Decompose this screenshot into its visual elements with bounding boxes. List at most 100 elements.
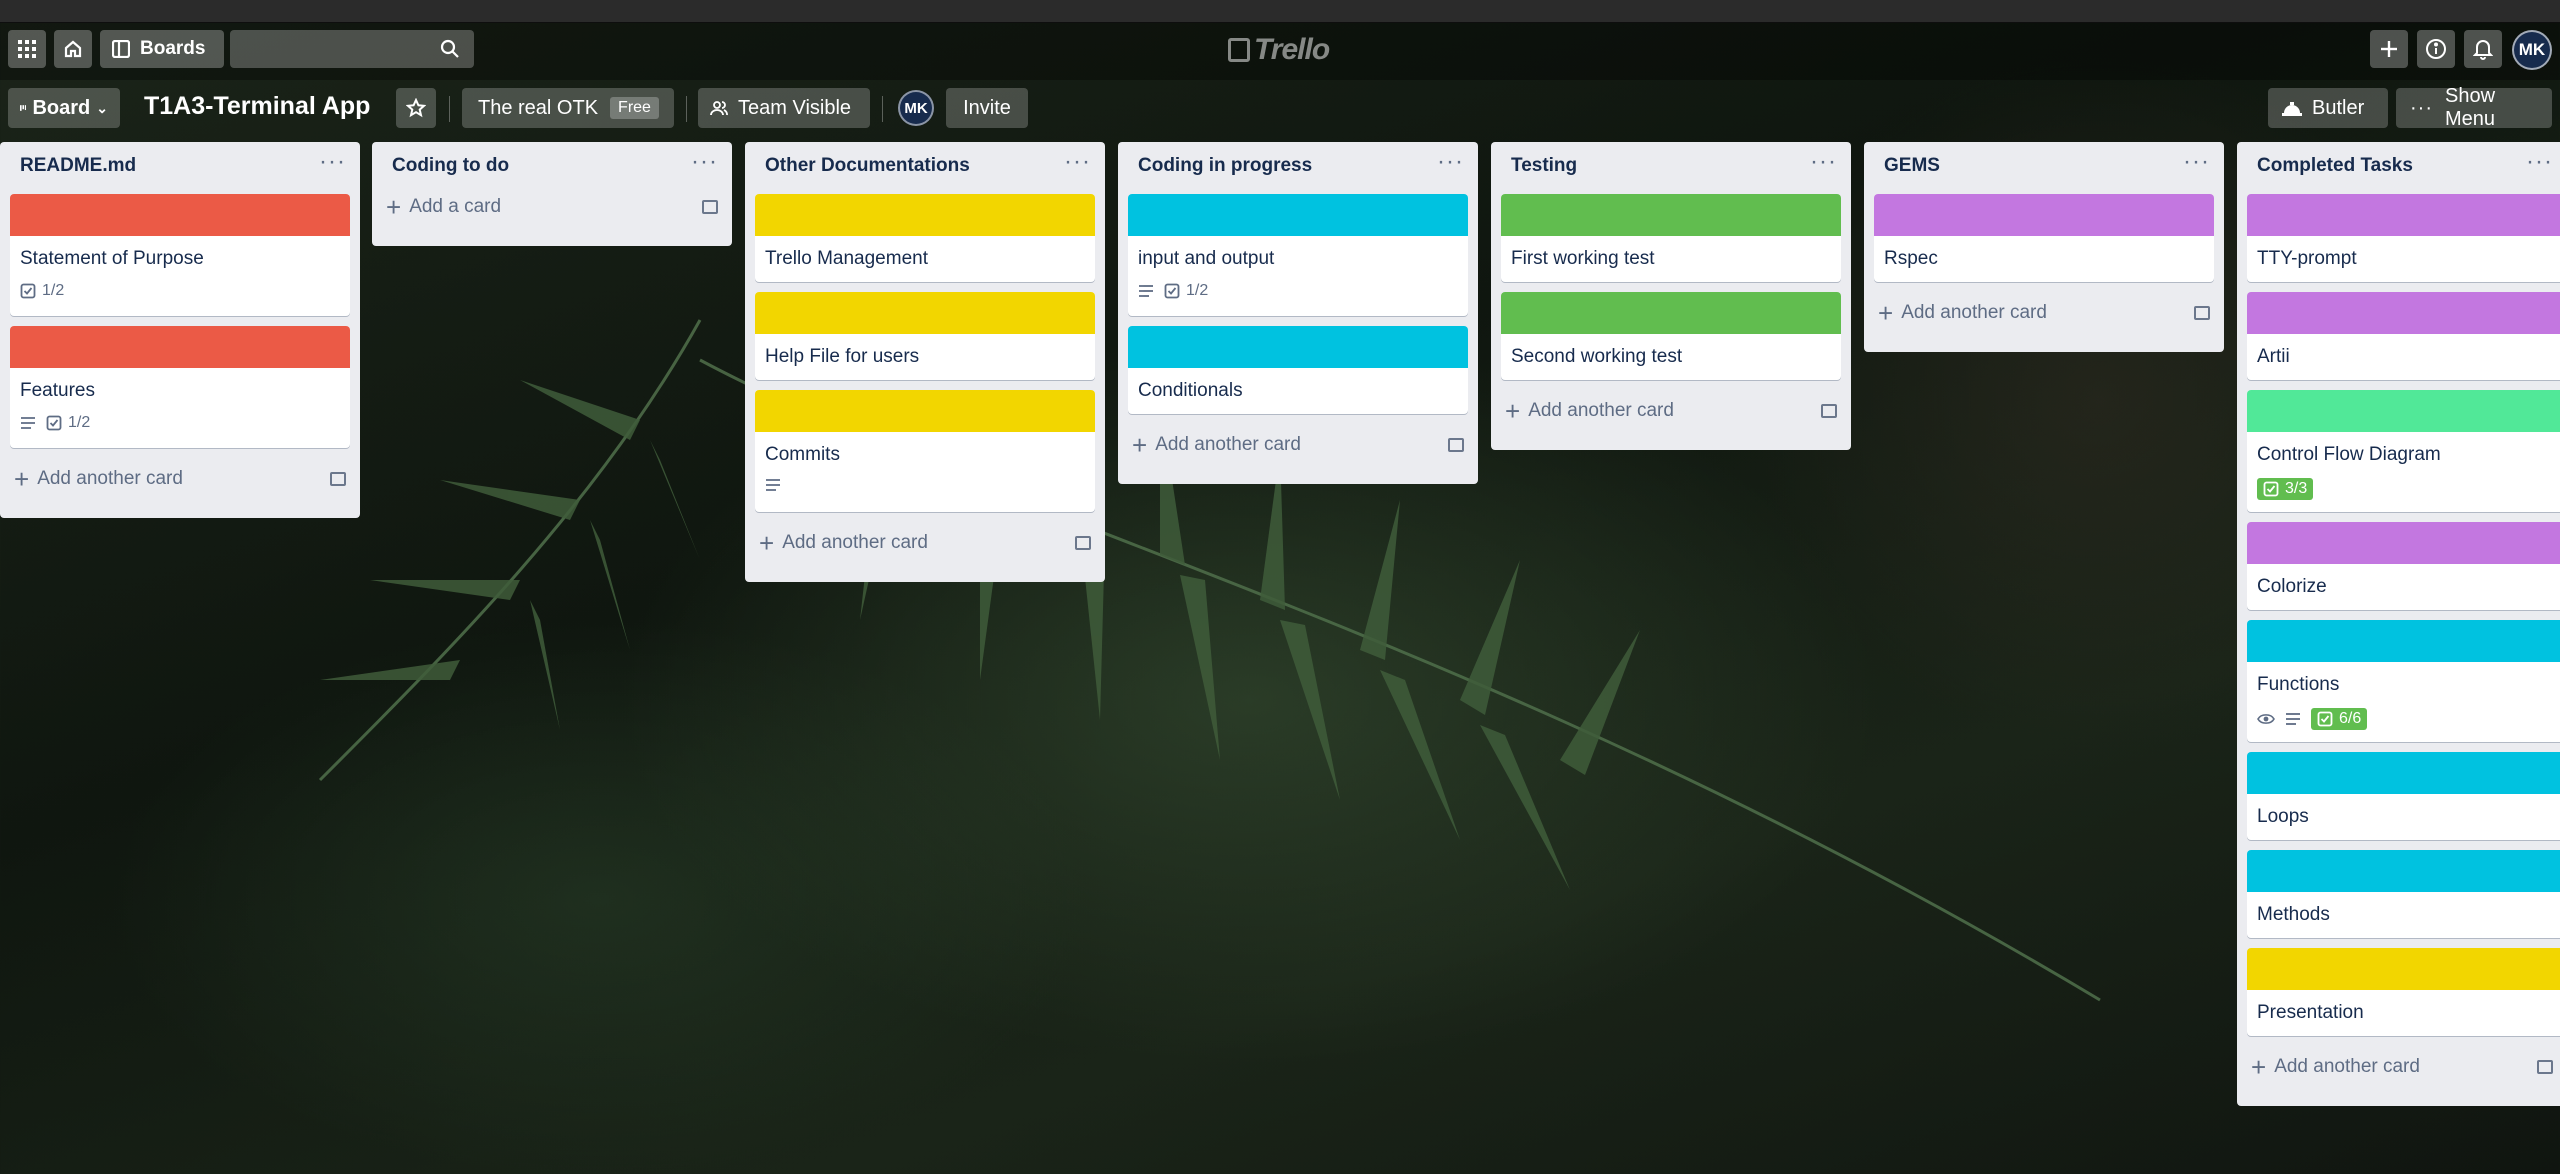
card[interactable]: Presentation <box>2247 948 2560 1036</box>
card[interactable]: Rspec <box>1874 194 2214 282</box>
description-icon <box>1139 285 1153 297</box>
list-title[interactable]: Other Documentations <box>765 155 970 177</box>
visibility-button[interactable]: Team Visible <box>698 88 870 128</box>
add-card-button[interactable]: + Add another card <box>14 466 183 492</box>
checklist-badge: 6/6 <box>2311 708 2368 730</box>
add-card-button[interactable]: + Add another card <box>1132 432 1301 458</box>
card-title: Control Flow Diagram <box>2257 444 2441 465</box>
trello-logo-text: Trello <box>1254 33 1330 66</box>
list-actions-button[interactable]: ··· <box>691 148 718 176</box>
card-title: Help File for users <box>765 346 920 367</box>
card-template-icon[interactable] <box>1821 404 1837 418</box>
divider <box>449 96 450 122</box>
account-avatar[interactable]: MK <box>2512 30 2552 70</box>
chevron-down-icon: ⌄ <box>96 99 108 116</box>
add-card-button[interactable]: + Add another card <box>1878 300 2047 326</box>
add-card-button[interactable]: + Add another card <box>1505 398 1674 424</box>
card[interactable]: Functions 6/6 <box>2247 620 2560 742</box>
card[interactable]: Features 1/2 <box>10 326 350 448</box>
add-card-button[interactable]: + Add another card <box>2251 1054 2420 1080</box>
board-view-switcher[interactable]: Board ⌄ <box>8 88 120 128</box>
notifications-button[interactable] <box>2464 30 2502 68</box>
card[interactable]: Artii <box>2247 292 2560 380</box>
card[interactable]: Help File for users <box>755 292 1095 380</box>
card-title: Functions <box>2257 674 2340 695</box>
invite-button[interactable]: Invite <box>946 88 1028 128</box>
card-label-bar <box>2247 850 2560 892</box>
search-input[interactable] <box>230 30 474 68</box>
boards-label: Boards <box>140 38 206 59</box>
add-card-button[interactable]: + Add another card <box>759 530 928 556</box>
add-card-label: Add another card <box>782 532 928 553</box>
card-template-icon[interactable] <box>2537 1060 2553 1074</box>
card-title: Loops <box>2257 806 2309 827</box>
show-menu-button[interactable]: ··· Show Menu <box>2396 85 2552 130</box>
list-title[interactable]: Testing <box>1511 155 1577 177</box>
list-actions-button[interactable]: ··· <box>2183 148 2210 176</box>
list-actions-button[interactable]: ··· <box>2526 148 2553 176</box>
card-template-icon[interactable] <box>1448 438 1464 452</box>
card[interactable]: Conditionals <box>1128 326 1468 414</box>
list-title[interactable]: GEMS <box>1884 155 1940 177</box>
card[interactable]: First working test <box>1501 194 1841 282</box>
add-card-label: Add another card <box>1155 434 1301 455</box>
plus-icon: + <box>14 464 30 494</box>
card[interactable]: Colorize <box>2247 522 2560 610</box>
card-title: Rspec <box>1884 248 1938 269</box>
browser-bookmarks-strip <box>0 0 2560 23</box>
list-title[interactable]: README.md <box>20 155 136 177</box>
board-view-icon <box>20 105 27 111</box>
card[interactable]: Statement of Purpose 1/2 <box>10 194 350 316</box>
create-button[interactable] <box>2370 30 2408 68</box>
card-title: Commits <box>765 444 840 465</box>
boards-button[interactable]: Boards <box>100 30 224 68</box>
card[interactable]: TTY-prompt <box>2247 194 2560 282</box>
card[interactable]: Methods <box>2247 850 2560 938</box>
add-card-button[interactable]: + Add a card <box>386 194 501 220</box>
card-label-bar <box>1501 292 1841 334</box>
board-title[interactable]: T1A3-Terminal App <box>144 92 370 121</box>
home-button[interactable] <box>54 30 92 68</box>
trello-logo[interactable]: Trello <box>1228 33 1330 66</box>
info-button[interactable] <box>2417 30 2455 68</box>
visibility-label: Team Visible <box>738 96 852 119</box>
butler-button[interactable]: Butler <box>2268 88 2388 128</box>
card[interactable]: Loops <box>2247 752 2560 840</box>
card-template-icon[interactable] <box>2194 306 2210 320</box>
list-actions-button[interactable]: ··· <box>1810 148 1837 176</box>
list-actions-button[interactable]: ··· <box>1437 148 1464 176</box>
team-icon <box>710 101 728 116</box>
card-badges: 1/2 <box>20 282 64 300</box>
card[interactable]: Second working test <box>1501 292 1841 380</box>
list-title[interactable]: Coding to do <box>392 155 509 177</box>
list-title[interactable]: Coding in progress <box>1138 155 1312 177</box>
checklist-icon <box>2263 481 2279 497</box>
description-icon <box>21 417 35 429</box>
app-header: Boards Trello MK <box>0 22 2560 80</box>
list-actions-button[interactable]: ··· <box>319 148 346 176</box>
card[interactable]: Trello Management <box>755 194 1095 282</box>
card[interactable]: Control Flow Diagram 3/3 <box>2247 390 2560 512</box>
list-title[interactable]: Completed Tasks <box>2257 155 2413 177</box>
card-template-icon[interactable] <box>330 472 346 486</box>
list-other-documentations: Other Documentations ··· Trello Management… <box>745 142 1105 582</box>
list-readme-md: README.md ··· Statement of Purpose 1/2 Featu… <box>0 142 360 518</box>
checklist-icon <box>1164 283 1180 299</box>
star-board-button[interactable] <box>396 88 436 128</box>
boards-icon <box>112 40 130 58</box>
apps-grid-button[interactable] <box>8 30 46 68</box>
card-template-icon[interactable] <box>702 200 718 214</box>
board-view-label: Board <box>32 96 91 119</box>
card-badges: 6/6 <box>2257 708 2368 730</box>
list-actions-button[interactable]: ··· <box>1064 148 1091 176</box>
card-template-icon[interactable] <box>1075 536 1091 550</box>
workspace-button[interactable]: The real OTK Free <box>462 88 674 128</box>
add-card-label: Add a card <box>409 196 502 217</box>
card-label-bar <box>755 390 1095 432</box>
board-member-avatar[interactable]: MK <box>898 90 934 126</box>
plus-icon: + <box>1878 298 1894 328</box>
card[interactable]: input and output 1/2 <box>1128 194 1468 316</box>
checklist-count: 3/3 <box>2285 480 2308 497</box>
card[interactable]: Commits <box>755 390 1095 512</box>
trello-logo-icon <box>1228 38 1250 62</box>
